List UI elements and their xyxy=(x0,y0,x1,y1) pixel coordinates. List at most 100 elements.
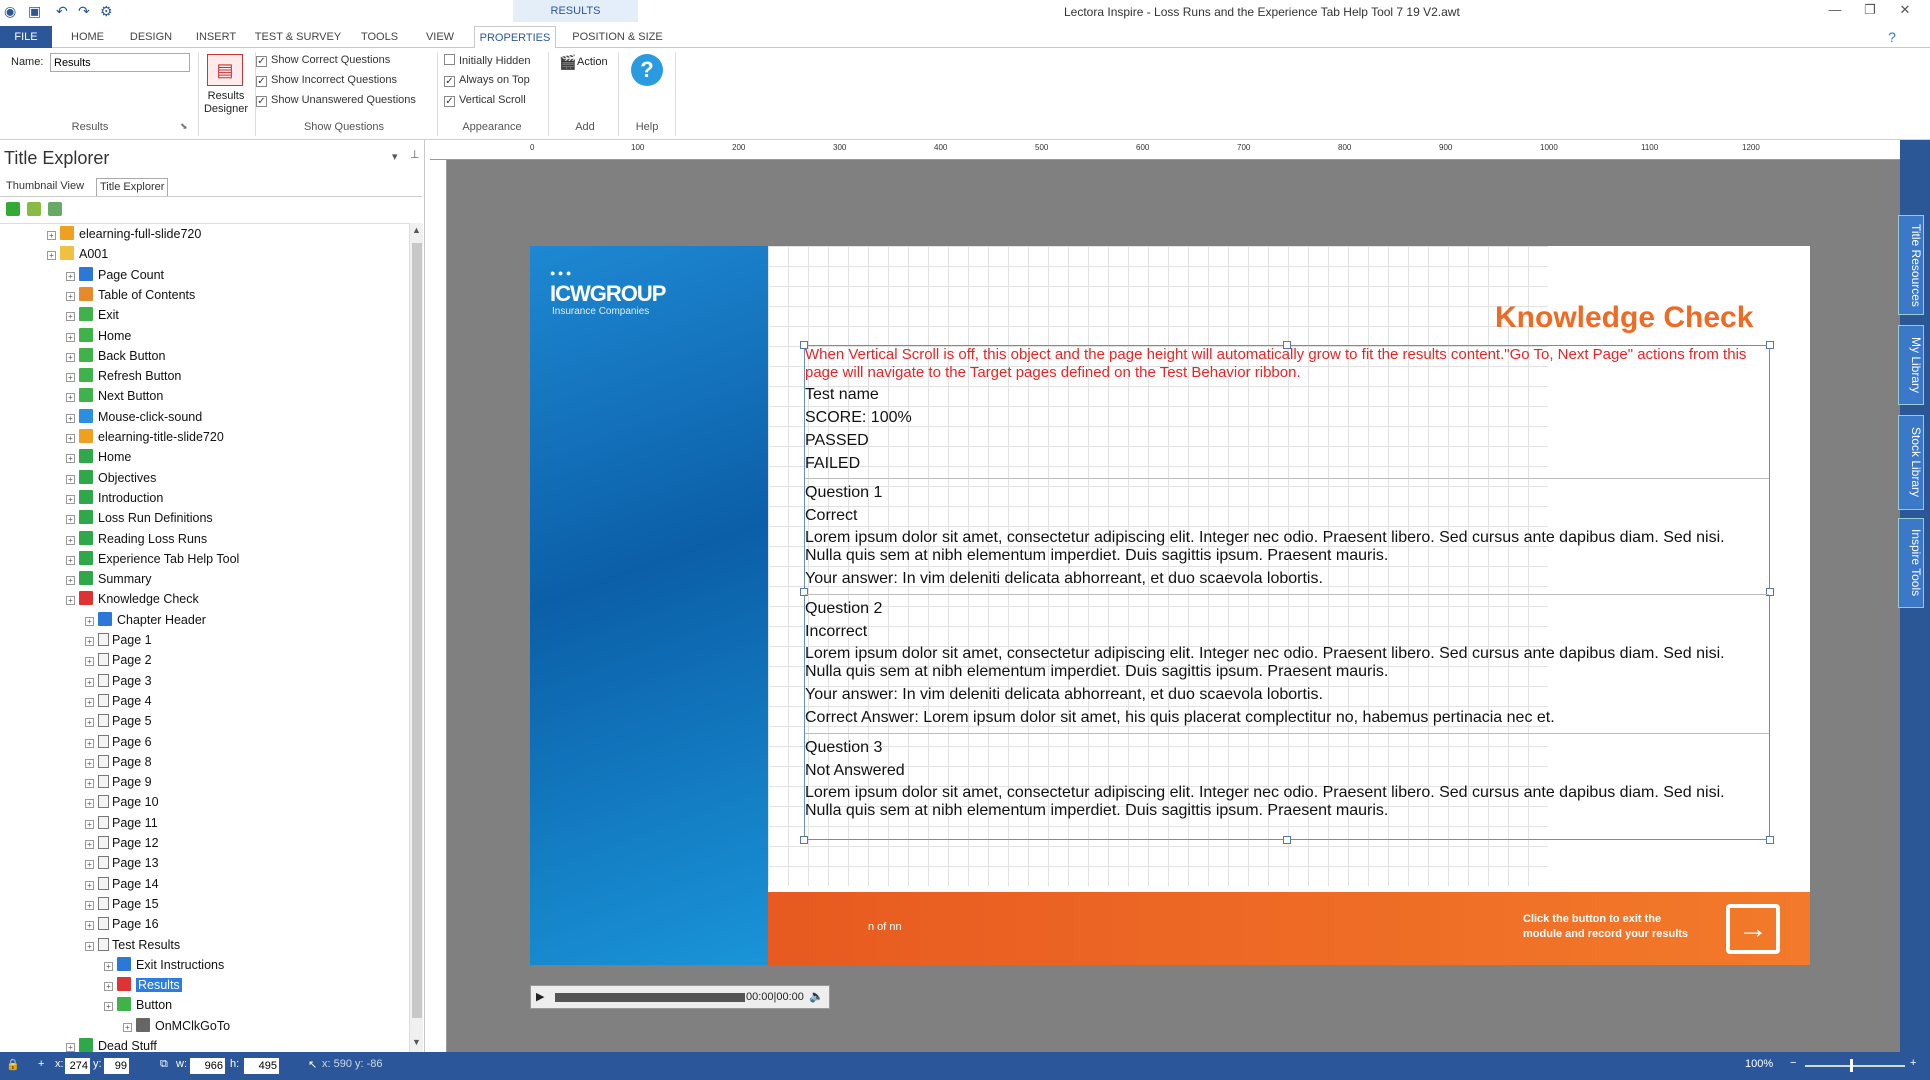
tree-item[interactable]: + elearning-full-slide720 xyxy=(47,224,201,244)
expand-toggle-icon[interactable]: + xyxy=(85,616,94,626)
expand-toggle-icon[interactable]: + xyxy=(85,779,94,789)
height-field[interactable]: 495 xyxy=(244,1058,279,1074)
tree-item[interactable]: + Page 4 xyxy=(85,691,152,711)
expand-toggle-icon[interactable]: + xyxy=(123,1022,132,1032)
tree-item[interactable]: + Exit Instructions xyxy=(104,955,224,975)
zoom-in-icon[interactable]: + xyxy=(1910,1057,1916,1069)
expand-toggle-icon[interactable]: + xyxy=(104,982,113,992)
expand-toggle-icon[interactable]: + xyxy=(66,494,75,504)
expand-toggle-icon[interactable]: + xyxy=(66,535,75,545)
results-object[interactable] xyxy=(804,345,1770,840)
zoom-slider[interactable] xyxy=(1805,1065,1905,1067)
tree-item[interactable]: + A001 xyxy=(47,244,108,264)
tree-item[interactable]: + Summary xyxy=(66,569,151,589)
add-object-icon[interactable] xyxy=(48,202,62,216)
expand-toggle-icon[interactable]: + xyxy=(66,596,75,606)
tree-item[interactable]: + elearning-title-slide720 xyxy=(66,427,224,447)
tab-insert[interactable]: INSERT xyxy=(187,26,245,48)
expand-toggle-icon[interactable]: + xyxy=(104,961,113,971)
expand-toggle-icon[interactable]: + xyxy=(66,555,75,565)
expand-toggle-icon[interactable]: + xyxy=(85,860,94,870)
tree-item[interactable]: + Loss Run Definitions xyxy=(66,508,213,528)
tree-item[interactable]: + Next Button xyxy=(66,386,163,406)
results-designer-button[interactable]: Results Designer xyxy=(203,90,249,116)
tab-title-resources[interactable]: Title Resources xyxy=(1898,215,1924,315)
expand-toggle-icon[interactable]: + xyxy=(66,352,75,362)
tree-item[interactable]: + Refresh Button xyxy=(66,366,181,386)
tree-item[interactable]: + Home xyxy=(66,326,131,346)
tree-item[interactable]: + Page 16 xyxy=(85,914,159,934)
expand-toggle-icon[interactable]: + xyxy=(66,291,75,301)
vertical-scroll-checkbox[interactable]: ✓ Vertical Scroll xyxy=(444,94,526,107)
tab-properties[interactable]: PROPERTIES xyxy=(474,26,556,49)
expand-toggle-icon[interactable]: + xyxy=(66,373,75,383)
show-unanswered-checkbox[interactable]: ✓ Show Unanswered Questions xyxy=(256,94,416,107)
action-button[interactable]: Action xyxy=(577,56,608,68)
expand-toggle-icon[interactable]: + xyxy=(47,231,56,240)
expand-toggle-icon[interactable]: + xyxy=(85,819,94,829)
scroll-thumb[interactable] xyxy=(412,243,422,1018)
y-field[interactable]: 99 xyxy=(104,1058,129,1074)
expand-toggle-icon[interactable]: + xyxy=(85,738,94,748)
expand-toggle-icon[interactable]: + xyxy=(66,312,75,322)
expand-toggle-icon[interactable]: + xyxy=(85,697,94,707)
action-icon[interactable]: 🎬 xyxy=(559,54,576,71)
tree-item[interactable]: + Objectives xyxy=(66,468,156,488)
help-small-icon[interactable]: ? xyxy=(1882,26,1902,48)
expand-toggle-icon[interactable]: + xyxy=(66,434,75,443)
show-correct-checkbox[interactable]: ✓ Show Correct Questions xyxy=(256,54,390,67)
expand-toggle-icon[interactable]: + xyxy=(66,515,75,525)
x-field[interactable]: 274 xyxy=(65,1058,90,1074)
expand-toggle-icon[interactable]: + xyxy=(66,576,75,586)
expand-toggle-icon[interactable]: + xyxy=(85,637,94,646)
tab-thumbnail-view[interactable]: Thumbnail View xyxy=(3,178,87,196)
tab-home[interactable]: HOME xyxy=(60,26,115,48)
tree-item[interactable]: + Results xyxy=(104,975,182,995)
expand-toggle-icon[interactable]: + xyxy=(47,251,56,261)
results-designer-icon[interactable]: ▤ xyxy=(207,54,243,86)
expand-toggle-icon[interactable]: + xyxy=(104,1002,113,1012)
pane-dropdown-icon[interactable]: ▾ xyxy=(392,150,398,163)
tab-view[interactable]: VIEW xyxy=(415,26,465,48)
tree-item[interactable]: + Mouse-click-sound xyxy=(66,407,202,427)
tree-item[interactable]: + Reading Loss Runs xyxy=(66,529,207,549)
tree-item[interactable]: + Dead Stuff xyxy=(66,1036,157,1053)
tab-title-explorer[interactable]: Title Explorer xyxy=(96,178,169,196)
pin-icon[interactable]: ⊥ xyxy=(410,148,420,161)
tree-item[interactable]: + Page 2 xyxy=(85,650,152,670)
close-button[interactable]: ✕ xyxy=(1890,2,1920,18)
expand-toggle-icon[interactable]: + xyxy=(66,332,75,342)
name-input[interactable] xyxy=(50,53,190,72)
expand-toggle-icon[interactable]: + xyxy=(85,758,94,768)
expand-toggle-icon[interactable]: + xyxy=(85,840,94,849)
always-on-top-checkbox[interactable]: ✓ Always on Top xyxy=(444,74,530,87)
dialog-launcher-icon[interactable]: ⬊ xyxy=(180,121,188,132)
tree-item[interactable]: + Knowledge Check xyxy=(66,589,199,609)
width-field[interactable]: 966 xyxy=(190,1058,225,1074)
tree-item[interactable]: + Page Count xyxy=(66,265,164,285)
zoom-out-icon[interactable]: − xyxy=(1790,1057,1796,1069)
tree-item[interactable]: + Page 10 xyxy=(85,792,159,812)
tab-design[interactable]: DESIGN xyxy=(122,26,180,48)
minimize-button[interactable]: — xyxy=(1820,2,1850,17)
expand-toggle-icon[interactable]: + xyxy=(85,657,94,667)
tree-item[interactable]: + Page 9 xyxy=(85,772,152,792)
tree-item[interactable]: + Page 1 xyxy=(85,630,152,650)
expand-toggle-icon[interactable]: + xyxy=(66,474,75,484)
tree-scrollbar[interactable]: ▲ ▼ xyxy=(409,223,423,1053)
expand-toggle-icon[interactable]: + xyxy=(85,880,94,890)
play-icon[interactable]: ▶ xyxy=(536,990,544,1003)
tab-my-library[interactable]: My Library xyxy=(1898,325,1924,405)
tree-item[interactable]: + Page 15 xyxy=(85,894,159,914)
tree-item[interactable]: + Page 14 xyxy=(85,874,159,894)
tab-tools[interactable]: TOOLS xyxy=(352,26,407,48)
tree-item[interactable]: + Page 8 xyxy=(85,752,152,772)
tree-item[interactable]: + Test Results xyxy=(85,935,180,955)
expand-toggle-icon[interactable]: + xyxy=(85,900,94,910)
tree-item[interactable]: + Page 6 xyxy=(85,732,152,752)
help-icon[interactable]: ? xyxy=(631,54,663,86)
expand-toggle-icon[interactable]: + xyxy=(66,271,75,281)
tree-item[interactable]: + Button xyxy=(104,995,172,1015)
tab-file[interactable]: FILE xyxy=(0,26,52,48)
add-chapter-icon[interactable] xyxy=(6,202,20,216)
